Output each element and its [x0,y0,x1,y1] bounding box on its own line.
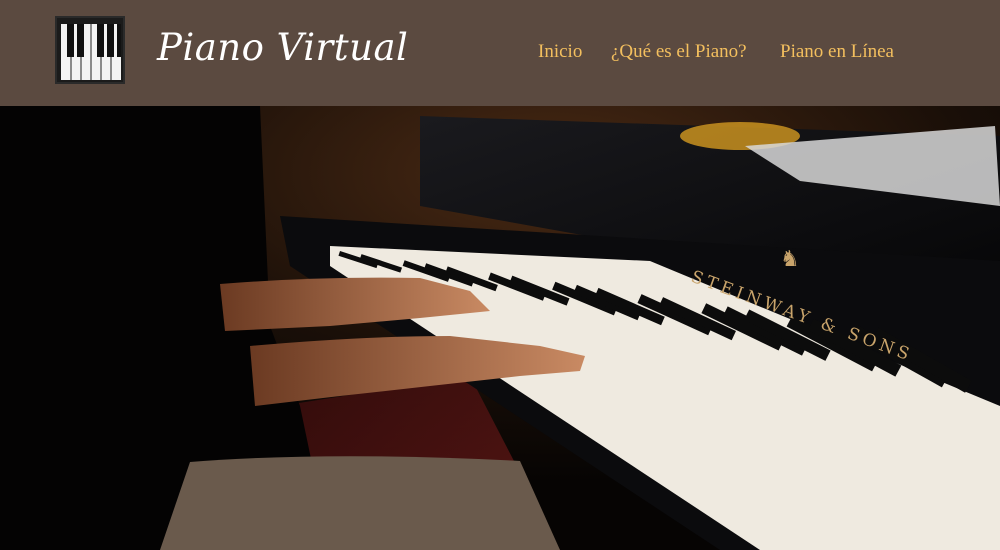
site-header: Piano Virtual Inicio ¿Qué es el Piano? P… [0,0,1000,106]
hero-image: STEINWAY & SONS ♞ [0,106,1000,550]
lyre-logo-icon: ♞ [780,247,800,272]
nav-link-inicio[interactable]: Inicio [538,41,582,63]
nav-link-piano-en-linea[interactable]: Piano en Línea [780,41,894,63]
nav-link-que-es-el-piano[interactable]: ¿Qué es el Piano? [611,41,747,63]
main-nav: Inicio ¿Qué es el Piano? Piano en Línea [0,41,1000,65]
